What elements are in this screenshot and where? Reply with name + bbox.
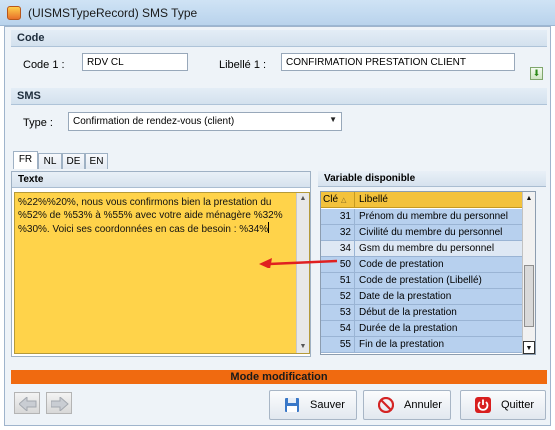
- variable-label-cell: Début de la prestation: [359, 307, 457, 318]
- variable-key-cell: 55: [321, 337, 355, 352]
- table-row[interactable]: 55 Fin de la prestation: [321, 337, 523, 353]
- sms-text-line: %52% de %53% à %55% avec votre aide ména…: [18, 209, 283, 221]
- next-button[interactable]: [46, 392, 72, 414]
- code-label: Code 1 :: [23, 59, 65, 71]
- save-button[interactable]: Sauver: [269, 390, 357, 420]
- table-row[interactable]: 51 Code de prestation (Libellé): [321, 273, 523, 289]
- text-cursor: [268, 222, 270, 233]
- variable-label-cell: Date de la prestation: [359, 291, 452, 302]
- sms-text-area[interactable]: %22%%20%, nous vous confirmons bien la p…: [14, 192, 310, 354]
- quit-button-label: Quitter: [501, 399, 535, 411]
- save-button-label: Sauver: [310, 399, 345, 411]
- type-select[interactable]: Confirmation de rendez-vous (client) ▼: [68, 112, 342, 131]
- status-bar: Mode modification: [11, 370, 547, 384]
- app-icon: [7, 6, 21, 20]
- tab-en[interactable]: EN: [85, 153, 108, 169]
- variable-key-cell: 53: [321, 305, 355, 320]
- annotation-arrow-icon: [259, 258, 338, 268]
- grid-header-row: Clé △ Libellé: [321, 192, 523, 208]
- table-row[interactable]: 53 Début de la prestation: [321, 305, 523, 321]
- table-row[interactable]: 52 Date de la prestation: [321, 289, 523, 305]
- variables-header: Variable disponible: [318, 171, 546, 187]
- variable-label-cell: Code de prestation: [359, 259, 444, 270]
- code-field[interactable]: RDV CL: [82, 53, 188, 71]
- tab-de[interactable]: DE: [62, 153, 85, 169]
- cancel-button-label: Annuler: [404, 399, 442, 411]
- variable-label-cell: Code de prestation (Libellé): [359, 275, 482, 286]
- sms-text-line-text: %30%. Voici ses coordonnées en cas de be…: [18, 224, 269, 235]
- tab-fr[interactable]: FR: [13, 151, 38, 169]
- variables-grid: Clé △ Libellé 31 Prénom du membre du perso…: [320, 191, 536, 355]
- table-row[interactable]: 32 Civilité du membre du personnel: [321, 225, 523, 241]
- column-header-libelle[interactable]: Libellé: [356, 192, 388, 208]
- scrollbar-thumb[interactable]: [524, 265, 534, 327]
- column-header-cle[interactable]: Clé △: [321, 192, 355, 208]
- scroll-down-icon[interactable]: ▼: [297, 341, 309, 353]
- variable-key-cell: 52: [321, 289, 355, 304]
- window-body: Code Code 1 : RDV CL Libellé 1 : CONFIRM…: [4, 26, 551, 426]
- text-scrollbar[interactable]: ▲ ▼: [296, 193, 309, 353]
- previous-button[interactable]: [14, 392, 40, 414]
- scroll-up-icon[interactable]: ▲: [523, 192, 535, 205]
- tab-nl[interactable]: NL: [38, 153, 62, 169]
- variable-key-cell: 32: [321, 225, 355, 240]
- arrow-left-icon: [19, 397, 37, 411]
- variable-key-cell: 31: [321, 209, 355, 224]
- texte-header: Texte: [12, 172, 310, 188]
- cancel-icon: [378, 397, 394, 413]
- variable-label-cell: Civilité du membre du personnel: [359, 227, 503, 238]
- variable-label-cell: Gsm du membre du personnel: [359, 243, 495, 254]
- code-section-header: Code: [11, 30, 547, 47]
- quit-button[interactable]: Quitter: [460, 390, 546, 420]
- type-label: Type :: [23, 117, 53, 129]
- type-select-value: Confirmation de rendez-vous (client): [73, 116, 235, 127]
- scroll-down-icon[interactable]: ▼: [523, 341, 535, 354]
- table-row[interactable]: 50 Code de prestation: [321, 257, 523, 273]
- table-row[interactable]: 31 Prénom du membre du personnel: [321, 209, 523, 225]
- variable-key-cell: 54: [321, 321, 355, 336]
- libelle-field[interactable]: CONFIRMATION PRESTATION CLIENT: [281, 53, 515, 71]
- scroll-up-icon[interactable]: ▲: [297, 193, 309, 205]
- arrow-right-icon: [51, 397, 69, 411]
- save-icon: [285, 398, 299, 412]
- variables-panel: Variable disponible Clé △ Libellé 31 Préno…: [318, 171, 546, 357]
- table-row[interactable]: 54 Durée de la prestation: [321, 321, 523, 337]
- window-title: (UISMSTypeRecord) SMS Type: [28, 6, 198, 20]
- cancel-button[interactable]: Annuler: [363, 390, 451, 420]
- chevron-down-icon[interactable]: ▼: [329, 115, 337, 124]
- libelle-label: Libellé 1 :: [219, 59, 267, 71]
- table-row[interactable]: 34 Gsm du membre du personnel: [321, 241, 523, 257]
- sms-text-line: %30%. Voici ses coordonnées en cas de be…: [18, 222, 293, 237]
- variable-key-cell: 34: [321, 241, 355, 256]
- title-bar: (UISMSTypeRecord) SMS Type: [0, 0, 555, 26]
- variable-key-cell: 51: [321, 273, 355, 288]
- add-icon[interactable]: ⬇: [530, 67, 543, 80]
- power-icon: [475, 397, 491, 413]
- sms-text-content: %22%%20%, nous vous confirmons bien la p…: [18, 197, 293, 237]
- sort-asc-icon: △: [341, 197, 347, 204]
- variable-label-cell: Durée de la prestation: [359, 323, 458, 334]
- variable-label-cell: Prénom du membre du personnel: [359, 211, 508, 222]
- grid-scrollbar[interactable]: ▲ ▼: [522, 192, 535, 354]
- sms-text-line: %22%%20%, nous vous confirmons bien la p…: [18, 197, 272, 208]
- sms-section-header: SMS: [11, 88, 547, 105]
- variable-label-cell: Fin de la prestation: [359, 339, 445, 350]
